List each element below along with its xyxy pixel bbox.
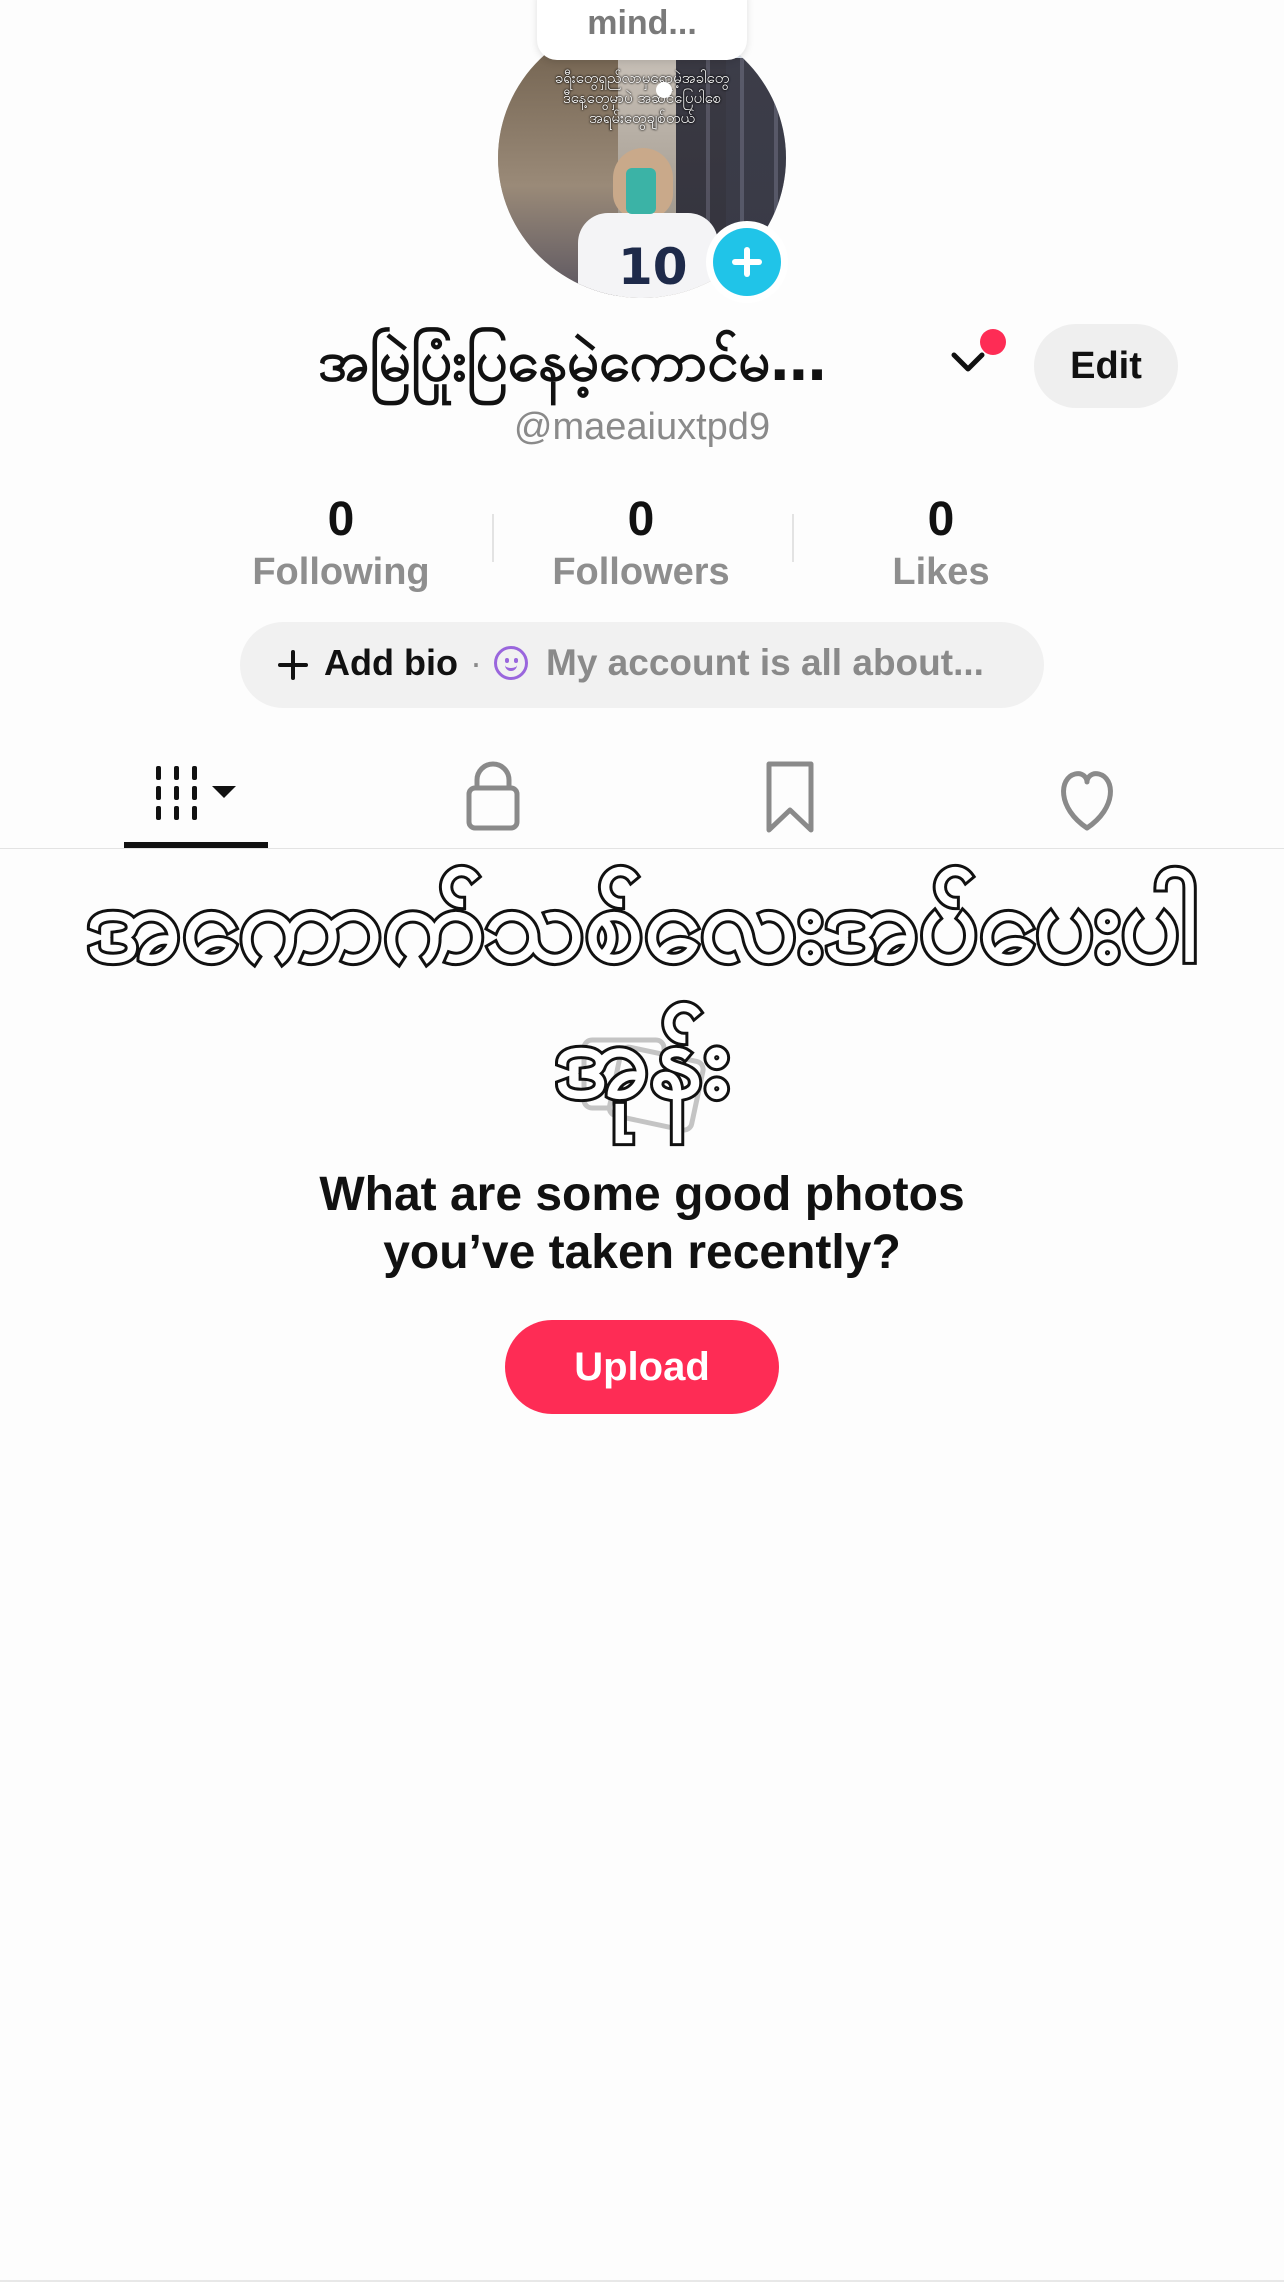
stat-value: 0 <box>327 493 355 546</box>
grid-bars-icon <box>156 766 236 820</box>
status-bubble-tail <box>656 82 672 98</box>
avatar-overlay-text: ခရီးတွေရှည်လာမှရော့မဲ့အခါတွေ ဒီနေ့တွေမှာ… <box>554 69 730 127</box>
username: @maeaiuxtpd9 <box>513 406 771 448</box>
lock-icon <box>466 761 520 831</box>
stat-likes[interactable]: 0 Likes <box>831 492 1051 596</box>
tab-videos[interactable] <box>96 748 296 848</box>
stat-label: Followers <box>552 551 730 593</box>
bio-placeholder: My account is all about... <box>546 642 984 683</box>
stat-label: Likes <box>892 551 990 593</box>
plus-icon <box>278 648 312 682</box>
status-bubble-text: mind... <box>587 4 697 42</box>
stat-followers[interactable]: 0 Followers <box>531 492 751 596</box>
display-name[interactable]: အမြဲပြုံးပြနေမဲ့ကောင်မ… <box>318 326 908 408</box>
status-bubble[interactable]: mind... <box>537 0 747 60</box>
tabs-divider <box>0 848 1284 849</box>
stat-following[interactable]: 0 Following <box>231 492 451 596</box>
add-bio-label: Add bio <box>324 642 458 683</box>
stat-value: 0 <box>927 493 955 546</box>
upload-button[interactable]: Upload <box>505 1320 779 1414</box>
add-bio-button[interactable]: Add bio · My account is all about... <box>240 622 1044 708</box>
stat-divider <box>792 514 794 562</box>
heart-icon <box>1061 771 1113 831</box>
stat-value: 0 <box>627 493 655 546</box>
tab-private[interactable] <box>393 748 593 848</box>
smile-icon <box>494 646 528 680</box>
empty-state-title-text: What are some good photos you’ve taken r… <box>319 1168 965 1279</box>
notification-dot <box>980 329 1006 355</box>
stat-divider <box>492 514 494 562</box>
add-avatar-story-button[interactable] <box>706 221 788 303</box>
plus-icon <box>713 228 781 296</box>
avatar-shirt-number: 10 <box>618 238 688 296</box>
stat-label: Following <box>252 551 430 593</box>
bio-separator: · <box>470 642 482 683</box>
tab-favorites[interactable] <box>690 748 890 848</box>
tab-liked[interactable] <box>987 748 1187 848</box>
bookmark-icon <box>766 761 814 833</box>
edit-profile-button[interactable]: Edit <box>1034 324 1178 408</box>
empty-state-title: What are some good photos you’ve taken r… <box>0 1166 1284 1282</box>
sticker-text-overlay[interactable]: အကောက်သစ်လေးအပ်ပေးပါ အုန်း <box>60 856 1224 1128</box>
